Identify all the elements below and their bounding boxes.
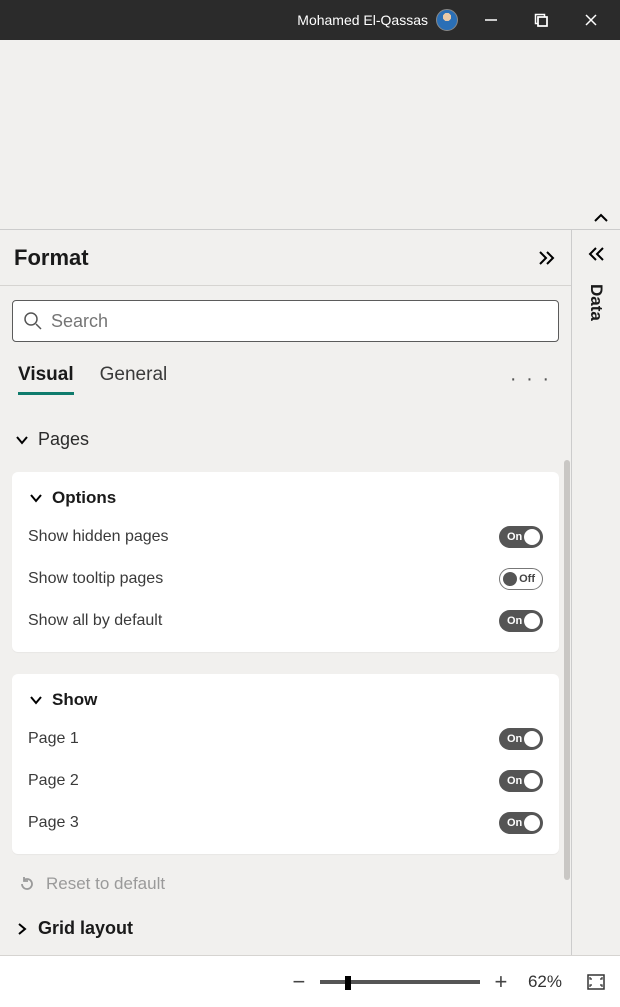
zoom-controls: − + 62% xyxy=(288,969,562,995)
zoom-out-button[interactable]: − xyxy=(288,969,310,995)
page-label: Page 3 xyxy=(28,814,79,832)
card-show-label: Show xyxy=(52,690,97,710)
tab-visual[interactable]: Visual xyxy=(18,364,74,395)
chevron-down-icon xyxy=(28,490,44,506)
user-area[interactable]: Mohamed El-Qassas xyxy=(297,9,458,31)
username-label: Mohamed El-Qassas xyxy=(297,12,428,28)
show-page-2-row: Page 2 On xyxy=(28,770,543,792)
report-canvas[interactable] xyxy=(0,40,620,230)
toggle-page-1[interactable]: On xyxy=(499,728,543,750)
tab-general[interactable]: General xyxy=(100,364,168,395)
reset-label: Reset to default xyxy=(46,874,165,894)
option-label: Show hidden pages xyxy=(28,528,169,546)
card-options-label: Options xyxy=(52,488,116,508)
toggle-show-all-by-default[interactable]: On xyxy=(499,610,543,632)
fit-to-page-icon xyxy=(586,972,606,992)
scrollbar[interactable] xyxy=(564,460,570,880)
option-show-tooltip-pages: Show tooltip pages Off xyxy=(28,568,543,590)
section-pages-label: Pages xyxy=(38,429,89,450)
format-pane-header: Format xyxy=(0,230,571,286)
page-label: Page 2 xyxy=(28,772,79,790)
option-label: Show all by default xyxy=(28,612,162,630)
chevron-down-icon xyxy=(28,692,44,708)
page-label: Page 1 xyxy=(28,730,79,748)
show-page-3-row: Page 3 On xyxy=(28,812,543,834)
section-grid-layout-label: Grid layout xyxy=(38,918,133,939)
close-button[interactable] xyxy=(566,0,616,40)
format-pane-title: Format xyxy=(14,245,89,271)
chevron-down-icon xyxy=(14,432,30,448)
toggle-show-tooltip-pages[interactable]: Off xyxy=(499,568,543,590)
card-options: Options Show hidden pages On Show toolti… xyxy=(12,472,559,652)
fit-to-page-button[interactable] xyxy=(586,972,606,992)
section-pages-header[interactable]: Pages xyxy=(12,429,559,450)
zoom-slider-thumb[interactable] xyxy=(345,976,351,990)
format-pane-body: Visual General · · · Pages xyxy=(0,286,571,955)
toggle-page-2[interactable]: On xyxy=(499,770,543,792)
show-page-1-row: Page 1 On xyxy=(28,728,543,750)
more-options-button[interactable]: · · · xyxy=(502,364,559,395)
avatar[interactable] xyxy=(436,9,458,31)
zoom-value: 62% xyxy=(528,972,562,992)
expand-data-pane-button[interactable] xyxy=(586,244,606,264)
data-pane-title[interactable]: Data xyxy=(586,284,606,321)
zoom-in-button[interactable]: + xyxy=(490,969,512,995)
option-show-all-by-default: Show all by default On xyxy=(28,610,543,632)
zoom-slider[interactable] xyxy=(320,980,480,984)
search-box[interactable] xyxy=(12,300,559,342)
card-show-header[interactable]: Show xyxy=(28,690,543,710)
window-titlebar: Mohamed El-Qassas xyxy=(0,0,620,40)
toggle-show-hidden-pages[interactable]: On xyxy=(499,526,543,548)
data-pane-collapsed: Data xyxy=(572,230,620,955)
reset-to-default-button[interactable]: Reset to default xyxy=(12,874,559,894)
minimize-button[interactable] xyxy=(466,0,516,40)
collapse-canvas-button[interactable] xyxy=(592,209,610,227)
search-input[interactable] xyxy=(51,311,548,332)
card-show: Show Page 1 On Page 2 On Page 3 On xyxy=(12,674,559,854)
format-tabs: Visual General xyxy=(12,364,167,395)
card-options-header[interactable]: Options xyxy=(28,488,543,508)
toggle-page-3[interactable]: On xyxy=(499,812,543,834)
collapse-format-pane-button[interactable] xyxy=(537,248,557,268)
maximize-button[interactable] xyxy=(516,0,566,40)
option-show-hidden-pages: Show hidden pages On xyxy=(28,526,543,548)
chevron-right-icon xyxy=(14,921,30,937)
format-pane: Format Visual Genera xyxy=(0,230,572,955)
section-grid-layout-header[interactable]: Grid layout xyxy=(12,918,559,939)
reset-icon xyxy=(18,875,36,893)
option-label: Show tooltip pages xyxy=(28,570,163,588)
status-bar: − + 62% xyxy=(0,955,620,1007)
search-icon xyxy=(23,311,43,331)
double-chevron-right-icon xyxy=(537,248,557,268)
chevron-up-icon xyxy=(592,209,610,227)
double-chevron-left-icon xyxy=(586,244,606,264)
